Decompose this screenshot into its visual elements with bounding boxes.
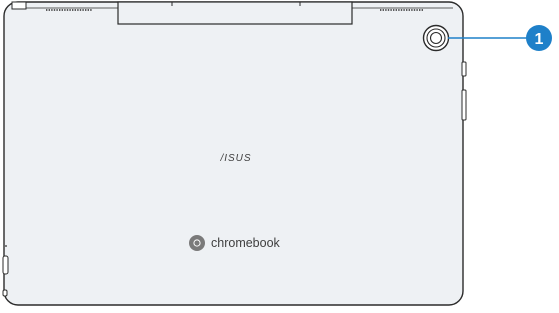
connector-slot <box>117 1 353 25</box>
asus-logo: /ISUS <box>219 153 251 164</box>
tablet-back-diagram: /ISUS chromebook 1 <box>0 0 559 309</box>
volume-button <box>461 89 467 121</box>
chrome-logo-icon <box>189 235 205 251</box>
callout-number: 1 <box>535 31 544 48</box>
corner-detail <box>11 1 27 10</box>
chromebook-wordmark: chromebook <box>211 236 281 250</box>
camera-icon <box>422 24 450 52</box>
side-buttons <box>461 61 467 121</box>
diagram-canvas: /ISUS chromebook 1 <box>2 1 552 306</box>
power-button <box>461 61 467 77</box>
